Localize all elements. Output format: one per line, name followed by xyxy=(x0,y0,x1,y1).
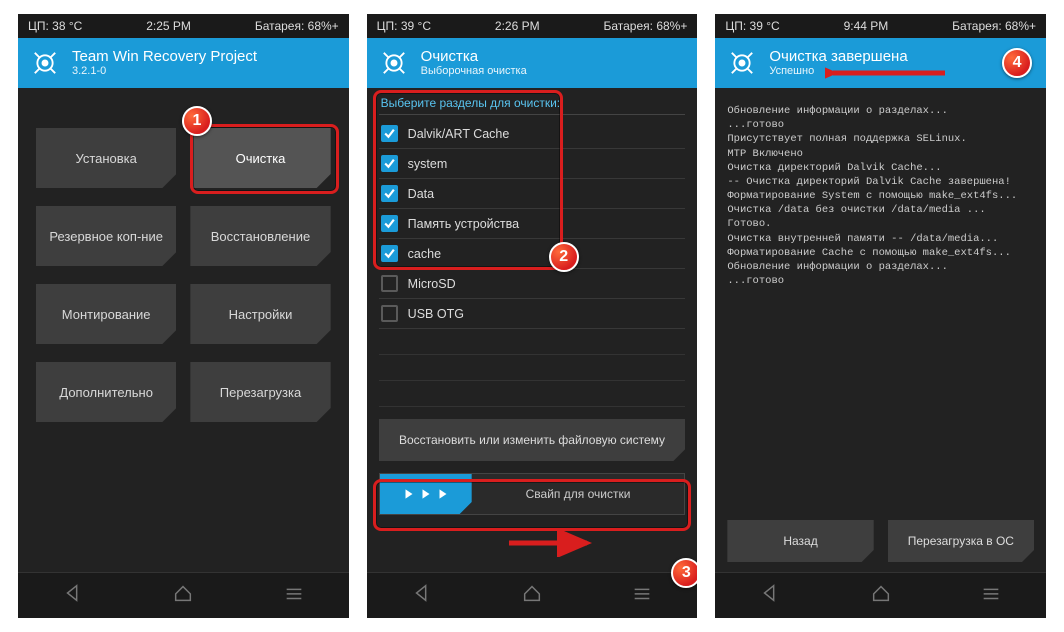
partition-label: Data xyxy=(408,187,434,201)
tile-reboot[interactable]: Перезагрузка xyxy=(190,362,330,422)
clock: 2:25 PM xyxy=(82,19,254,33)
statusbar: ЦП: 39 °C 9:44 PM Батарея: 68%+ xyxy=(715,14,1046,38)
checkbox-checked-icon[interactable] xyxy=(381,185,398,202)
app-subtitle: Выборочная очистка xyxy=(421,65,527,78)
app-title: Очистка завершена xyxy=(769,48,907,65)
statusbar: ЦП: 39 °C 2:26 PM Батарея: 68%+ xyxy=(367,14,698,38)
app-title: Очистка xyxy=(421,48,527,65)
restore-fs-button[interactable]: Восстановить или изменить файловую систе… xyxy=(379,419,686,461)
android-navbar xyxy=(715,572,1046,618)
twrp-logo-icon xyxy=(725,46,759,80)
tile-settings[interactable]: Настройки xyxy=(190,284,330,344)
cpu-temp: ЦП: 39 °C xyxy=(725,19,779,33)
screen-main-menu: ЦП: 38 °C 2:25 PM Батарея: 68%+ Team Win… xyxy=(18,14,349,618)
partition-row[interactable]: cache xyxy=(379,239,686,269)
partition-label: cache xyxy=(408,247,441,261)
nav-recents-icon[interactable] xyxy=(980,582,1002,609)
partition-row[interactable]: MicroSD xyxy=(379,269,686,299)
partition-list: Dalvik/ART Cache system Data Память устройс… xyxy=(379,119,686,329)
tile-wipe[interactable]: Очистка xyxy=(190,128,330,188)
nav-recents-icon[interactable] xyxy=(631,582,653,609)
swipe-arrow-icon xyxy=(507,531,597,557)
nav-back-icon[interactable] xyxy=(759,582,781,609)
partition-row[interactable]: USB OTG xyxy=(379,299,686,329)
swipe-to-wipe[interactable]: Свайп для очистки xyxy=(379,473,686,515)
partition-row[interactable]: Dalvik/ART Cache xyxy=(379,119,686,149)
tile-install[interactable]: Установка xyxy=(36,128,176,188)
app-subtitle: Успешно xyxy=(769,65,907,78)
reboot-os-button[interactable]: Перезагрузка в ОС xyxy=(888,520,1034,562)
twrp-logo-icon xyxy=(28,46,62,80)
cpu-temp: ЦП: 39 °C xyxy=(377,19,431,33)
app-bar: Очистка Выборочная очистка xyxy=(367,38,698,88)
partition-label: MicroSD xyxy=(408,277,456,291)
statusbar: ЦП: 38 °C 2:25 PM Батарея: 68%+ xyxy=(18,14,349,38)
cpu-temp: ЦП: 38 °C xyxy=(28,19,82,33)
clock: 2:26 PM xyxy=(431,19,603,33)
nav-home-icon[interactable] xyxy=(521,582,543,609)
tile-restore[interactable]: Восстановление xyxy=(190,206,330,266)
nav-home-icon[interactable] xyxy=(870,582,892,609)
section-header: Выберите разделы для очистки: xyxy=(379,96,686,115)
twrp-logo-icon xyxy=(377,46,411,80)
back-button[interactable]: Назад xyxy=(727,520,873,562)
checkbox-checked-icon[interactable] xyxy=(381,215,398,232)
main-menu-grid: Установка Очистка Резервное коп-ние Восс… xyxy=(30,102,337,428)
nav-home-icon[interactable] xyxy=(172,582,194,609)
battery: Батарея: 68%+ xyxy=(255,19,339,33)
partition-label: system xyxy=(408,157,448,171)
android-navbar xyxy=(367,572,698,618)
checkbox-unchecked-icon[interactable] xyxy=(381,275,398,292)
screen-wipe-done: ЦП: 39 °C 9:44 PM Батарея: 68%+ Очистка … xyxy=(715,14,1046,618)
nav-back-icon[interactable] xyxy=(411,582,433,609)
checkbox-checked-icon[interactable] xyxy=(381,155,398,172)
swipe-label: Свайп для очистки xyxy=(472,487,685,501)
partition-row[interactable]: Data xyxy=(379,179,686,209)
callout-4: 4 xyxy=(1002,48,1032,78)
nav-back-icon[interactable] xyxy=(62,582,84,609)
partition-row[interactable]: Память устройства xyxy=(379,209,686,239)
partition-label: Память устройства xyxy=(408,217,519,231)
tile-mount[interactable]: Монтирование xyxy=(36,284,176,344)
app-title: Team Win Recovery Project xyxy=(72,48,257,65)
app-bar: Team Win Recovery Project 3.2.1-0 xyxy=(18,38,349,88)
app-bar: Очистка завершена Успешно 4 xyxy=(715,38,1046,88)
swipe-handle[interactable] xyxy=(380,474,472,514)
checkbox-unchecked-icon[interactable] xyxy=(381,305,398,322)
partition-label: Dalvik/ART Cache xyxy=(408,127,510,141)
checkbox-checked-icon[interactable] xyxy=(381,245,398,262)
screen-wipe-select: ЦП: 39 °C 2:26 PM Батарея: 68%+ Очистка … xyxy=(367,14,698,618)
nav-recents-icon[interactable] xyxy=(283,582,305,609)
log-output: Обновление информации о разделах... ...г… xyxy=(727,102,1034,288)
clock: 9:44 PM xyxy=(780,19,952,33)
tile-advanced[interactable]: Дополнительно xyxy=(36,362,176,422)
battery: Батарея: 68%+ xyxy=(952,19,1036,33)
tile-backup[interactable]: Резервное коп-ние xyxy=(36,206,176,266)
battery: Батарея: 68%+ xyxy=(603,19,687,33)
android-navbar xyxy=(18,572,349,618)
app-subtitle: 3.2.1-0 xyxy=(72,65,257,78)
checkbox-checked-icon[interactable] xyxy=(381,125,398,142)
partition-label: USB OTG xyxy=(408,307,464,321)
partition-row[interactable]: system xyxy=(379,149,686,179)
